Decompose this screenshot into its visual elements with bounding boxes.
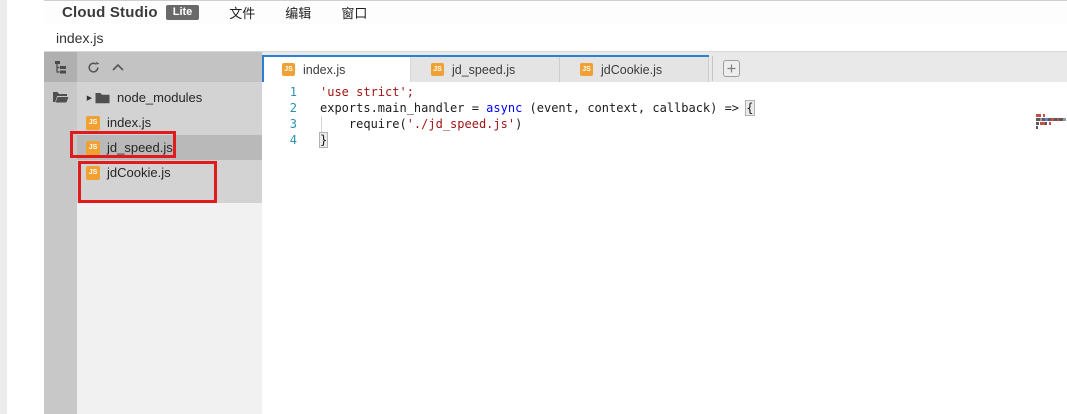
minimap-row (1036, 118, 1067, 121)
file-explorer-panel: ▶ node_modules JS index.js JS jd_speed.j… (77, 52, 262, 414)
plus-icon (727, 64, 736, 73)
minimap-row (1036, 114, 1067, 117)
tree-item-node-modules[interactable]: ▶ node_modules (77, 85, 262, 110)
collapse-all-icon[interactable] (112, 63, 124, 71)
file-tree: ▶ node_modules JS index.js JS jd_speed.j… (77, 82, 262, 203)
js-file-icon: JS (86, 116, 100, 130)
browser-edge-strip (0, 0, 7, 414)
menu-item-file[interactable]: 文件 (229, 3, 255, 22)
code-segment: async (486, 101, 522, 115)
code-segment: require( (320, 117, 407, 131)
code-line: exports.main_handler = async (event, con… (320, 100, 1027, 116)
tab-jdcookie-js[interactable]: JS jdCookie.js (560, 57, 709, 82)
lite-badge: Lite (166, 5, 200, 20)
code-line: require('./jd_speed.js') (320, 116, 1027, 132)
code-segment: { (745, 100, 754, 116)
tree-item-label: jd_speed.js (107, 140, 173, 155)
js-file-icon: JS (282, 63, 295, 76)
tree-outline-icon (53, 59, 69, 75)
new-tab-button[interactable] (723, 60, 740, 77)
js-file-icon: JS (86, 141, 100, 155)
menu-bar: Cloud Studio Lite 文件 编辑 窗口 (44, 0, 1067, 24)
code-segment: './jd_speed.js' (407, 117, 515, 131)
code-line: } (320, 132, 1027, 148)
tab-separator (712, 56, 713, 81)
open-folder-icon (52, 90, 69, 104)
explorer-toolbar (77, 52, 262, 82)
js-file-icon: JS (431, 63, 444, 76)
folder-icon (95, 92, 110, 104)
code-editor[interactable]: 1234 'use strict';exports.main_handler =… (262, 82, 1067, 414)
editor-region: JS index.js JS jd_speed.js JS jdCookie.j… (262, 52, 1067, 414)
expand-arrow-icon[interactable]: ▶ (84, 94, 95, 102)
line-number: 2 (262, 100, 297, 116)
outline-view-button[interactable] (44, 52, 77, 82)
line-number: 3 (262, 116, 297, 132)
tab-index-js[interactable]: JS index.js (262, 57, 411, 82)
menu-item-window[interactable]: 窗口 (341, 3, 367, 22)
minimap[interactable] (1036, 114, 1067, 130)
code-segment: (event, context, callback) => (522, 101, 746, 115)
minimap-row (1036, 126, 1067, 129)
breadcrumb-current-file: index.js (56, 30, 103, 46)
indent-guide (321, 116, 322, 132)
code-line: 'use strict'; (320, 84, 1027, 100)
tree-item-label: index.js (107, 115, 151, 130)
file-explorer-button[interactable] (44, 82, 77, 112)
code-segment: } (319, 132, 328, 148)
menu-item-edit[interactable]: 编辑 (285, 3, 311, 22)
line-number: 1 (262, 84, 297, 100)
tabs-wrap: JS index.js JS jd_speed.js JS jdCookie.j… (262, 55, 709, 82)
activity-bar (44, 52, 77, 414)
code-segment: exports.main_handler = (320, 101, 486, 115)
refresh-icon[interactable] (87, 61, 100, 74)
tab-label: jd_speed.js (452, 63, 515, 77)
tree-item-label: node_modules (117, 90, 202, 105)
tab-jd-speed-js[interactable]: JS jd_speed.js (411, 57, 560, 82)
tree-item-index-js[interactable]: JS index.js (77, 110, 262, 135)
minimap-row (1036, 122, 1067, 125)
line-number: 4 (262, 132, 297, 148)
tab-label: jdCookie.js (601, 63, 662, 77)
tree-item-jdcookie-js[interactable]: JS jdCookie.js (77, 160, 262, 185)
code-segment: 'use strict'; (320, 85, 414, 99)
code-segment: ) (515, 117, 522, 131)
tree-item-label: jdCookie.js (107, 165, 171, 180)
tree-item-jd-speed-js[interactable]: JS jd_speed.js (77, 135, 262, 160)
editor-tab-bar: JS index.js JS jd_speed.js JS jdCookie.j… (262, 52, 1067, 82)
code-lines: 'use strict';exports.main_handler = asyn… (320, 84, 1027, 148)
app-logo: Cloud Studio (62, 4, 158, 21)
tab-label: index.js (303, 63, 345, 77)
js-file-icon: JS (86, 166, 100, 180)
js-file-icon: JS (580, 63, 593, 76)
line-number-gutter: 1234 (262, 84, 305, 148)
breadcrumb-bar: index.js (44, 24, 1067, 52)
